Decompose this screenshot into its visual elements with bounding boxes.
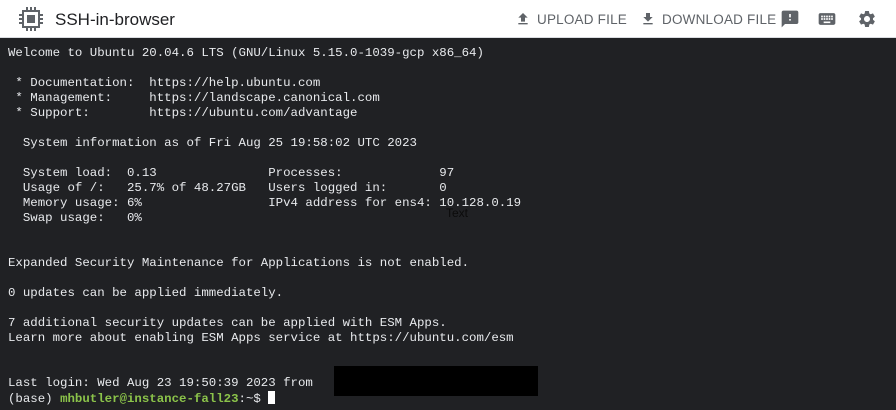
terminal-line: 0 updates can be applied immediately. [8,286,284,300]
redacted-ip-box [334,366,538,396]
terminal-line: 7 additional security updates can be app… [8,316,447,330]
download-icon [643,13,653,25]
app-title: SSH-in-browser [55,10,175,29]
upload-file-button[interactable]: UPLOAD FILE [515,10,627,28]
terminal-line: Welcome to Ubuntu 20.04.6 LTS (GNU/Linux… [8,46,484,60]
toolbar: SSH-in-browser UPLOAD FILE DOWNLOAD FILE [0,0,896,38]
settings-icon[interactable] [857,9,877,29]
chip-logo-icon [19,7,43,31]
terminal-line: System load: 0.13 Processes: 97 [8,166,455,180]
keyboard-icon[interactable] [817,9,837,29]
overlay-text-label: Text [446,206,469,220]
upload-file-label: UPLOAD FILE [537,11,627,27]
terminal-line: * Documentation: https://help.ubuntu.com [8,76,321,90]
prompt-env: (base) [8,392,61,406]
terminal-line: Expanded Security Maintenance for Applic… [8,256,470,270]
terminal-line: Usage of /: 25.7% of 48.27GB Users logge… [8,181,447,195]
terminal-line: Learn more about enabling ESM Apps servi… [8,331,514,345]
download-file-label: DOWNLOAD FILE [662,11,777,27]
terminal-line: System information as of Fri Aug 25 19:5… [8,136,417,150]
terminal-line: * Support: https://ubuntu.com/advantage [8,106,358,120]
feedback-icon[interactable] [780,9,800,29]
prompt-suffix: :~$ [238,392,269,406]
terminal-line: Last login: Wed Aug 23 19:50:39 2023 fro… [8,376,313,390]
terminal-line: Swap usage: 0% [8,211,142,225]
terminal[interactable]: Welcome to Ubuntu 20.04.6 LTS (GNU/Linux… [0,38,896,410]
download-file-button[interactable]: DOWNLOAD FILE [640,10,776,28]
terminal-line: * Management: https://landscape.canonica… [8,91,380,105]
terminal-line: Memory usage: 6% IPv4 address for ens4: … [8,196,522,210]
upload-icon [518,13,528,25]
shell-prompt: (base) mhbutler@instance-fall23:~$ [8,391,276,407]
prompt-user-host: mhbutler@instance-fall23 [60,392,239,406]
terminal-cursor [268,391,276,404]
